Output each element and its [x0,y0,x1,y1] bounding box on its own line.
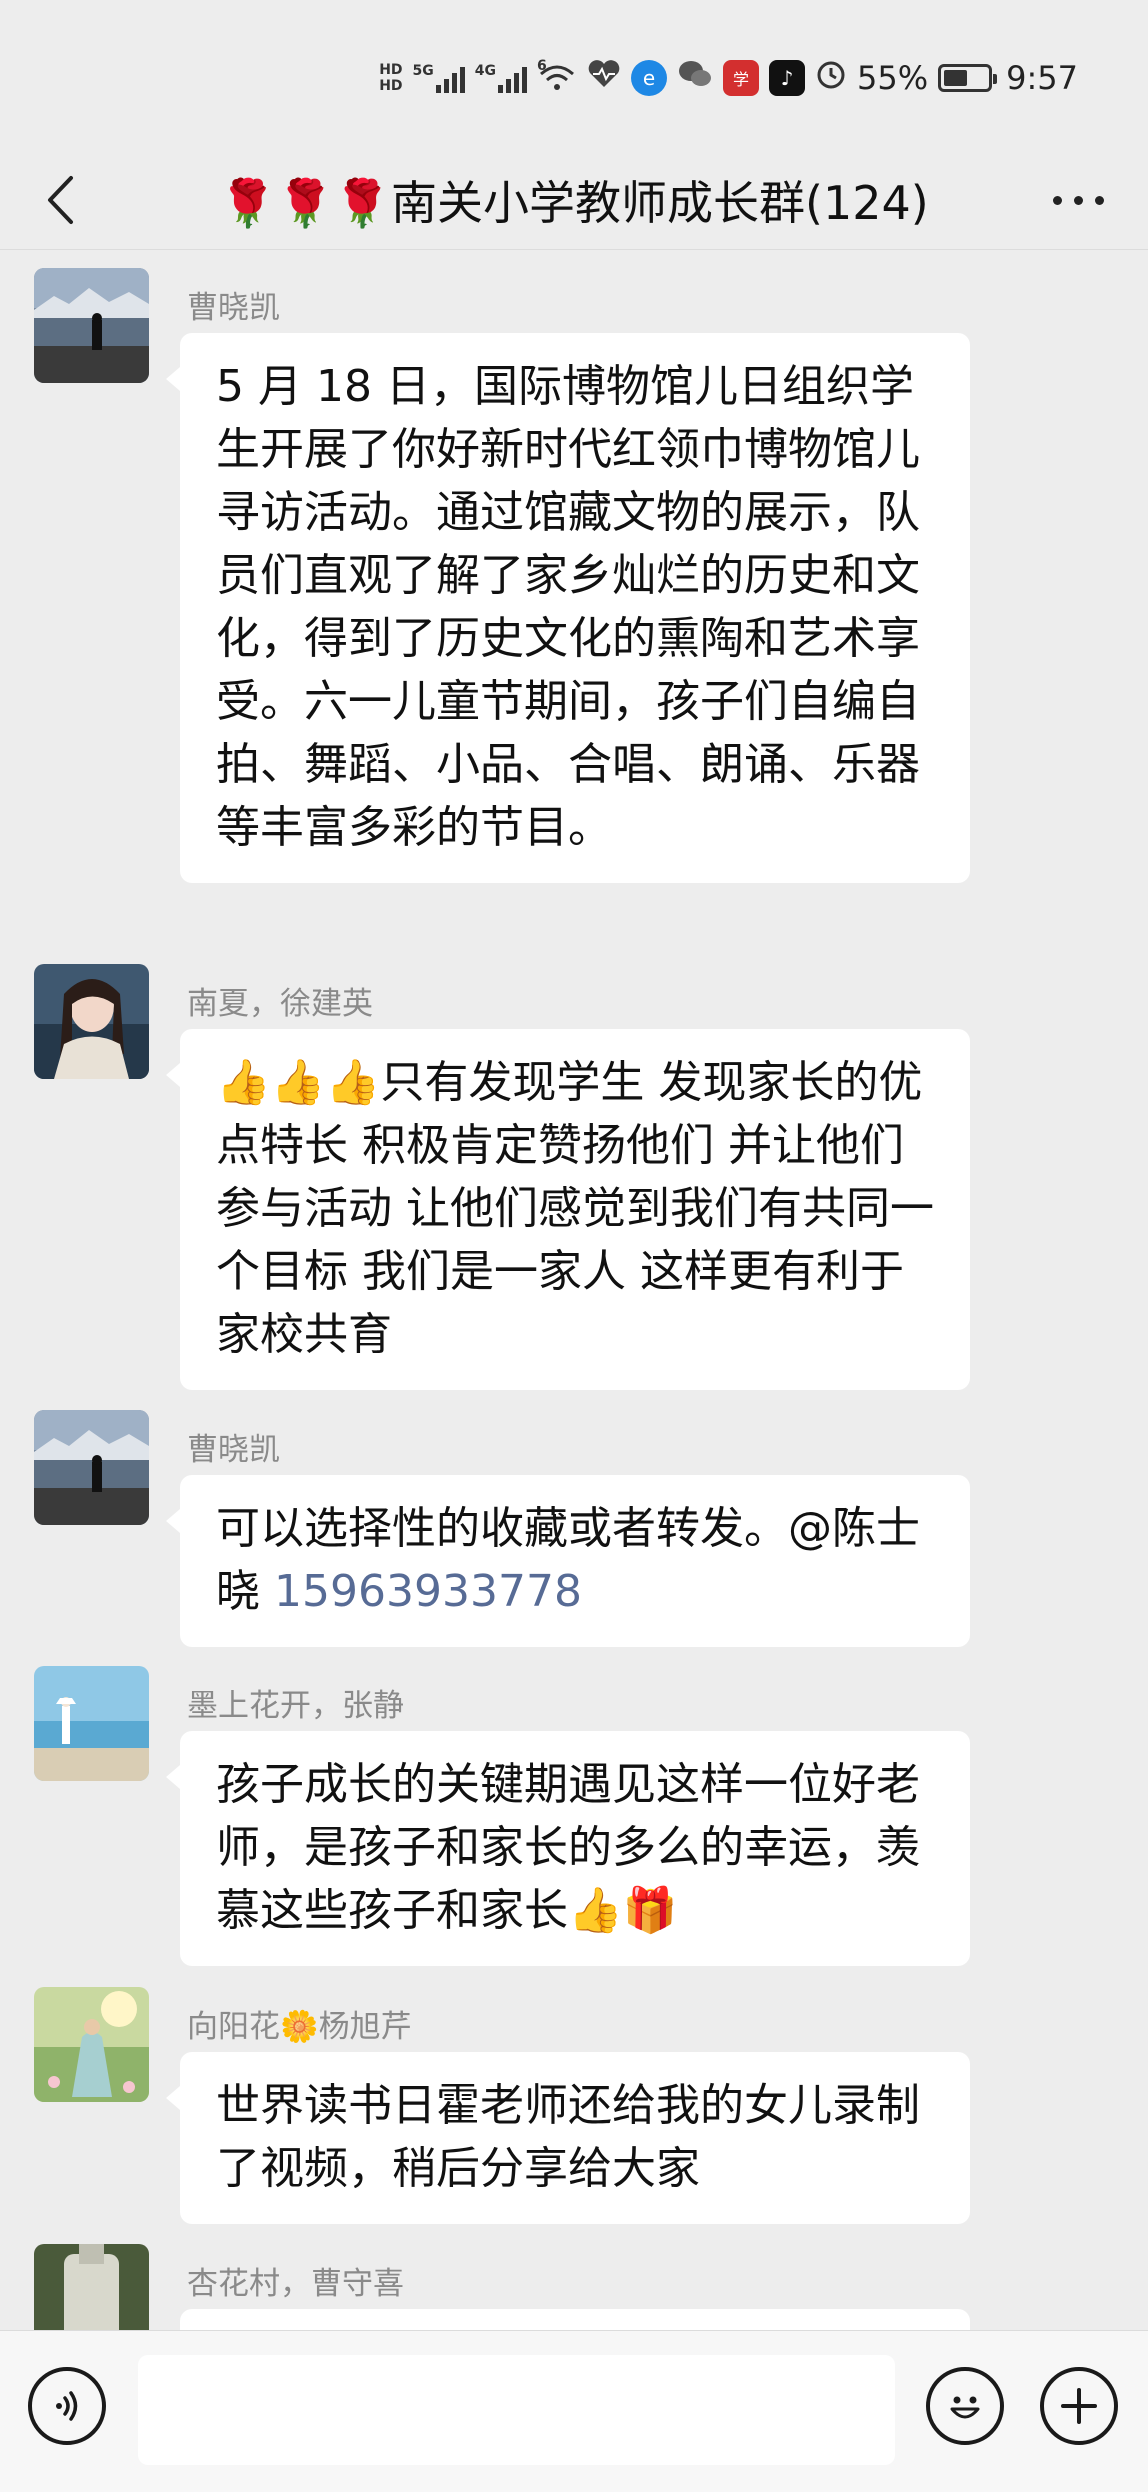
avatar[interactable] [34,1987,149,2102]
sender-name: 曹晓凯 [187,290,280,326]
message-list[interactable]: 曹晓凯 5 月 18 日，国际博物馆儿日组织学生开展了你好新时代红领巾博物馆儿寻… [0,252,1148,2330]
browser-app-icon: e [631,60,668,96]
input-bar [0,2330,1148,2492]
message-input[interactable] [138,2355,895,2465]
sender-name: 向阳花🌼杨旭芹 [187,2009,412,2045]
sender-name: 墨上花开，张静 [187,1688,404,1724]
message-bubble[interactable]: 世界读书日霍老师还给我的女儿录制了视频，稍后分享给大家 [166,2052,970,2224]
more-dots-icon [1052,195,1104,205]
avatar[interactable] [34,964,149,1079]
voice-button[interactable] [28,2367,106,2445]
battery-icon [938,64,998,92]
chevron-left-icon [48,176,73,224]
message-text: 世界读书日霍老师还给我的女儿录制了视频，稍后分享给大家 [216,2080,920,2194]
tiktok-icon: ♪ [769,60,806,96]
back-button[interactable] [30,170,90,230]
plus-icon [1061,2388,1097,2424]
signal-1-icon: 5G [413,63,465,93]
avatar[interactable] [34,2244,149,2330]
avatar[interactable] [34,1410,149,1525]
message-text: 👍👍👍只有发现学生 发现家长的优点特长 积极肯定赞扬他们 并让他们参与活动 让他… [216,1057,934,1360]
study-app-icon: 学 [723,60,760,96]
avatar[interactable] [34,268,149,383]
chat-header: 🌹🌹🌹南关小学教师成长群(124) [0,150,1148,250]
plus-button[interactable] [1040,2367,1118,2445]
message-bubble[interactable]: 可以选择性的收藏或者转发。@陈士晓 15963933778 [166,1475,970,1647]
alarm-icon [815,58,847,98]
emoji-icon [950,2396,980,2419]
more-button[interactable] [1038,170,1118,230]
message-bubble[interactable] [180,2309,970,2330]
wifi-icon: 6 [537,58,577,94]
chat-title: 🌹🌹🌹南关小学教师成长群(124) [219,176,929,230]
wechat-icon [677,58,713,98]
avatar[interactable] [34,1666,149,1781]
sender-name: 曹晓凯 [187,1432,280,1468]
hd-indicator: HD HD [379,62,403,94]
message-bubble[interactable]: 👍👍👍只有发现学生 发现家长的优点特长 积极肯定赞扬他们 并让他们参与活动 让他… [166,1029,970,1390]
emoji-button[interactable] [926,2367,1004,2445]
voice-icon [56,2391,78,2421]
status-bar: HD HD 5G 4G 6 e 学 ♪ 55% 9:57 [0,0,1148,150]
battery-percent: 55% [857,59,929,97]
sender-name: 南夏，徐建英 [187,986,373,1022]
battery-level [944,70,968,86]
message-bubble[interactable]: 孩子成长的关键期遇见这样一位好老师，是孩子和家长的多么的幸运，羡慕这些孩子和家长… [166,1731,970,1966]
signal-2-icon: 4G [475,63,528,93]
message-text: 孩子成长的关键期遇见这样一位好老师，是孩子和家长的多么的幸运，羡慕这些孩子和家长… [216,1759,920,1936]
sender-name: 杏花村，曹守喜 [187,2266,404,2302]
clock-time: 9:57 [1006,59,1078,97]
phone-number-link[interactable]: 15963933778 [274,1566,582,1617]
status-icons: HD HD 5G 4G 6 e 学 ♪ 55% 9:57 [379,52,1078,104]
message-text: 5 月 18 日，国际博物馆儿日组织学生开展了你好新时代红领巾博物馆儿寻访活动。… [216,361,920,853]
message-bubble[interactable]: 5 月 18 日，国际博物馆儿日组织学生开展了你好新时代红领巾博物馆儿寻访活动。… [166,333,970,883]
heart-rate-icon [587,59,621,97]
